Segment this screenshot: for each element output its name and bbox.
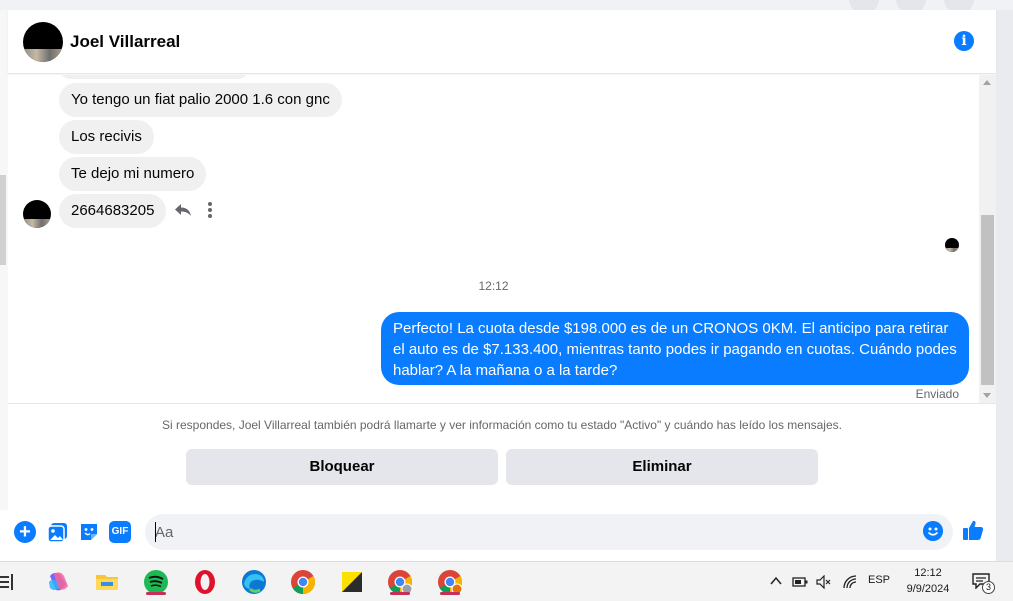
taskbar-running-indicator [440, 592, 460, 595]
composer: + GIF [8, 508, 996, 560]
clock-date: 9/9/2024 [906, 583, 950, 595]
gif-icon[interactable]: GIF [109, 521, 131, 543]
message-input[interactable] [145, 514, 953, 550]
message-list: Yo tengo un fiat palio 2000 1.6 con gnc … [8, 75, 979, 403]
divider [8, 403, 996, 404]
incoming-message: 2664683205 [59, 194, 167, 228]
scroll-up-icon[interactable] [983, 80, 991, 85]
wifi-icon[interactable] [842, 574, 858, 590]
more-options-icon[interactable] [206, 201, 214, 218]
chrome-icon[interactable] [289, 568, 317, 596]
seen-avatar [945, 238, 959, 252]
taskbar-running-indicator [146, 592, 166, 595]
opera-icon[interactable] [191, 568, 219, 596]
info-icon[interactable]: i [954, 31, 974, 51]
left-edge-handle [0, 175, 6, 265]
edge-icon[interactable] [240, 568, 268, 596]
delete-button[interactable]: Eliminar [506, 449, 818, 485]
sticky-notes-icon[interactable] [338, 568, 366, 596]
notification-count: 3 [982, 581, 995, 594]
taskbar-running-indicator [390, 592, 410, 595]
request-notice: Si respondes, Joel Villarreal también po… [162, 418, 842, 432]
add-icon[interactable]: + [14, 521, 36, 543]
chevron-up-icon[interactable] [770, 576, 782, 586]
right-edge [996, 10, 1013, 561]
incoming-message: Yo tengo un fiat palio 2000 1.6 con gnc [59, 83, 342, 117]
scroll-thumb[interactable] [981, 215, 994, 385]
chrome-profile-icon[interactable] [386, 568, 414, 596]
file-explorer-icon[interactable] [93, 568, 121, 596]
incoming-message: Te dejo mi numero [59, 157, 207, 191]
clock-time: 12:12 [914, 567, 942, 579]
spotify-icon[interactable] [142, 568, 170, 596]
taskbar: ESP 12:12 9/9/2024 3 [0, 561, 1013, 601]
incoming-message: Los recivis [59, 120, 154, 154]
chrome-profile-icon[interactable] [436, 568, 464, 596]
clock[interactable]: 12:12 9/9/2024 [896, 565, 960, 597]
sent-status: Enviado [915, 387, 959, 401]
copilot-icon[interactable] [44, 568, 72, 596]
block-button[interactable]: Bloquear [186, 449, 498, 485]
battery-icon[interactable] [792, 575, 808, 589]
contact-avatar[interactable] [23, 22, 63, 62]
emoji-icon[interactable] [923, 521, 943, 541]
contact-name[interactable]: Joel Villarreal [70, 32, 180, 52]
task-view-icon[interactable] [0, 574, 14, 590]
text-caret [155, 522, 156, 542]
conversation-header: Joel Villarreal i [8, 10, 996, 74]
sticker-icon[interactable] [78, 521, 100, 543]
volume-muted-icon[interactable] [816, 575, 832, 589]
message-bubble-partial [59, 75, 249, 79]
reply-icon[interactable] [174, 203, 192, 217]
like-icon[interactable] [961, 518, 985, 542]
gallery-icon[interactable] [47, 521, 69, 543]
outgoing-message: Perfecto! La cuota desde $198.000 es de … [381, 312, 969, 385]
messenger-window: Joel Villarreal i Yo tengo un fiat palio… [0, 0, 1013, 601]
browser-top-strip [0, 0, 1013, 14]
sender-avatar[interactable] [23, 200, 51, 228]
language-indicator[interactable]: ESP [868, 574, 890, 586]
message-scrollbar[interactable] [979, 75, 996, 403]
left-edge [0, 10, 8, 510]
message-timestamp: 12:12 [478, 279, 509, 293]
scroll-down-icon[interactable] [983, 393, 991, 398]
